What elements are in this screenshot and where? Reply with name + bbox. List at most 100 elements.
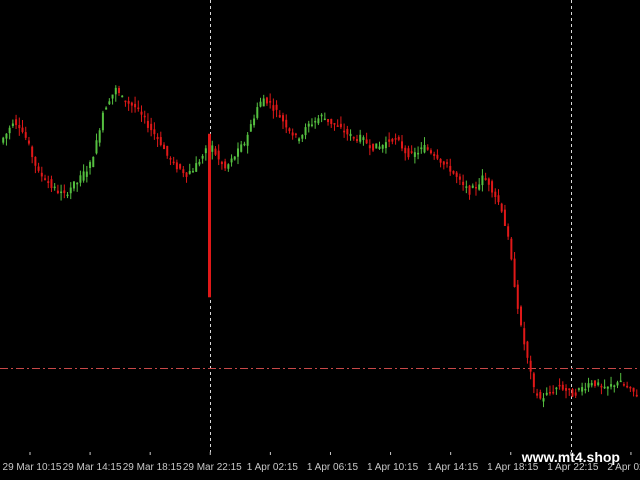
candle-178	[571, 387, 574, 397]
candle-body-148	[474, 186, 477, 189]
candle-body-19	[60, 191, 63, 194]
candle-body-36	[114, 87, 117, 95]
candle-body-4	[11, 123, 14, 127]
candle-body-157	[503, 209, 506, 226]
candle-body-152	[487, 178, 490, 185]
candle-body-68	[217, 150, 220, 160]
candle-body-75	[240, 144, 243, 152]
candle-body-197	[632, 387, 635, 392]
candle-body-112	[359, 134, 362, 142]
candle-body-149	[478, 184, 481, 190]
candle-body-159	[510, 238, 513, 260]
candle-body-66	[211, 145, 214, 152]
candle-body-130	[417, 152, 420, 155]
candle-body-10	[31, 146, 34, 158]
candle-body-133	[426, 147, 429, 150]
candle-body-17	[53, 186, 56, 189]
candle-body-54	[172, 161, 175, 164]
candle-body-145	[465, 186, 468, 188]
candle-body-100	[320, 114, 323, 117]
candle-body-71	[227, 164, 230, 169]
candle-body-198	[635, 394, 638, 397]
candle-body-42	[134, 103, 137, 108]
candle-body-46	[146, 120, 149, 128]
candle-body-2	[5, 133, 8, 139]
candle-body-122	[391, 138, 394, 142]
candle-body-180	[577, 388, 580, 390]
candle-body-90	[288, 128, 291, 132]
candle-body-175	[561, 384, 564, 390]
candle-body-37	[117, 88, 120, 93]
candle-body-161	[516, 284, 519, 309]
candle-body-86	[275, 104, 278, 110]
candle-body-16	[50, 179, 53, 189]
candle-body-34	[108, 101, 111, 105]
candle-body-132	[423, 144, 426, 153]
candle-body-97	[310, 124, 313, 126]
candle-body-134	[429, 150, 432, 154]
candle-body-196	[629, 386, 632, 389]
candle-body-23	[72, 181, 75, 189]
candle-body-181	[581, 387, 584, 392]
candle-body-93	[298, 138, 301, 142]
candle-body-183	[587, 383, 590, 388]
candle-spike	[208, 133, 211, 298]
candle-body-35	[111, 94, 114, 99]
candle-body-104	[333, 123, 336, 125]
candle-body-187	[600, 385, 603, 388]
candle-body-45	[143, 115, 146, 118]
candle-156	[500, 202, 503, 213]
candle-body-79	[253, 118, 256, 126]
candle-body-24	[76, 182, 79, 185]
candle-body-171	[548, 392, 551, 394]
candle-body-109	[349, 133, 352, 137]
candle-body-173	[555, 387, 558, 390]
candle-117	[375, 143, 378, 149]
candle-body-40	[127, 101, 130, 104]
candle-body-108	[346, 128, 349, 135]
x-tick-label-0: 29 Mar 10:15	[3, 462, 62, 473]
candle-body-28	[89, 162, 92, 168]
candle-body-142	[455, 172, 458, 177]
candle-body-107	[343, 130, 346, 133]
candle-body-5	[15, 119, 18, 126]
candle-body-184	[590, 383, 593, 386]
candle-body-170	[545, 392, 548, 395]
candle-body-129	[413, 152, 416, 157]
candle-body-1	[2, 137, 5, 143]
candle-body-55	[175, 162, 178, 170]
candle-body-11	[34, 156, 37, 166]
candle-body-136	[436, 154, 439, 159]
candle-body-115	[368, 145, 371, 149]
candle-body-70	[224, 161, 227, 169]
candle-body-13	[40, 172, 43, 177]
candle-body-125	[401, 141, 404, 149]
candle-body-69	[220, 161, 223, 165]
candle-body-20	[63, 190, 66, 194]
candle-body-116	[372, 143, 375, 151]
candle-body-89	[285, 119, 288, 128]
candle-body-188	[603, 386, 606, 389]
candle-body-9	[27, 140, 30, 144]
candle-body-168	[539, 391, 542, 399]
candle-body-77	[246, 134, 249, 146]
candle-body-178	[571, 388, 574, 397]
candle-body-43	[137, 107, 140, 110]
candle-body-64	[204, 148, 207, 154]
price-chart-svg: 29 Mar 10:15 29 Mar 14:15 29 Mar 18:15 29 M…	[0, 0, 640, 480]
x-tick-label-5: 1 Apr 06:15	[307, 462, 359, 473]
candle-body-7	[21, 127, 24, 132]
candle-body-105	[336, 125, 339, 127]
candle-body-140	[449, 165, 452, 172]
candle-body-31	[98, 130, 101, 143]
candle-body-195	[626, 385, 629, 388]
x-tick-label-2: 29 Mar 18:15	[123, 462, 182, 473]
candle-body-163	[523, 328, 526, 345]
candle-body-141	[452, 170, 455, 174]
candle-body-98	[314, 120, 317, 123]
candle-body-88	[282, 115, 285, 122]
candle-body-94	[301, 134, 304, 139]
candle-body-12	[37, 166, 40, 171]
x-tick-label-6: 1 Apr 10:15	[367, 462, 419, 473]
candle-body-26	[82, 171, 85, 181]
